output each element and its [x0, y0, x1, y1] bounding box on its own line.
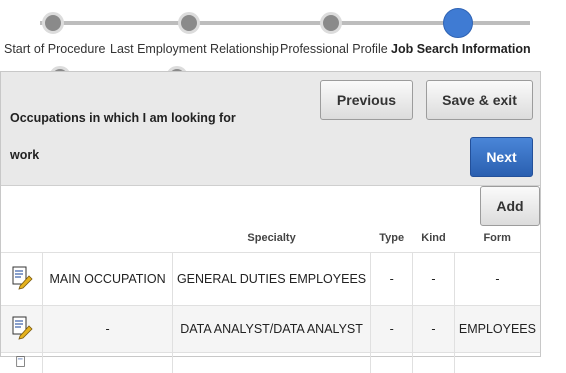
header-kind: Kind [413, 224, 455, 253]
header-type: Type [371, 224, 413, 253]
occupation-type-cell: MAIN OCCUPATION [43, 253, 172, 306]
type-cell: - [371, 306, 413, 353]
step-label-professional-profile[interactable]: Professional Profile [280, 42, 388, 56]
step-label-last-employment[interactable]: Last Employment Relationship [110, 42, 279, 56]
edit-document-icon[interactable] [10, 316, 34, 340]
progress-stepper: Start of Procedure Last Employment Relat… [0, 0, 566, 70]
table-row: MAIN OCCUPATION GENERAL DUTIES EMPLOYEES… [1, 253, 540, 306]
section-title: Occupations in which I am looking for wo… [10, 100, 250, 174]
kind-cell: - [413, 306, 455, 353]
edit-document-icon[interactable] [10, 266, 34, 290]
previous-button[interactable]: Previous [320, 80, 413, 120]
type-cell: - [371, 253, 413, 306]
header-icon-col [1, 224, 43, 253]
header-specialty: Specialty [172, 224, 371, 253]
header-form: Form [454, 224, 540, 253]
add-button[interactable]: Add [480, 186, 540, 226]
edit-cell[interactable] [1, 353, 43, 373]
specialty-cell: GENERAL DUTIES EMPLOYEES [172, 253, 371, 306]
edit-document-icon[interactable] [10, 356, 34, 370]
panel-header: Occupations in which I am looking for wo… [1, 72, 540, 186]
table-row: - DATA ANALYST/DATA ANALYST - - EMPLOYEE… [1, 306, 540, 353]
form-cell: EMPLOYEES [454, 306, 540, 353]
table-header-row: Specialty Type Kind Form [1, 224, 540, 253]
occupations-table: Specialty Type Kind Form MAIN OCCUPATIO [1, 224, 540, 373]
kind-cell: - [413, 253, 455, 306]
edit-cell[interactable] [1, 253, 43, 306]
step-label-start[interactable]: Start of Procedure [4, 42, 105, 56]
step-dot-4-active[interactable] [443, 8, 473, 38]
step-dot-3[interactable] [320, 12, 342, 34]
occupations-panel: Occupations in which I am looking for wo… [0, 71, 541, 357]
table-row-partial [1, 353, 540, 373]
save-exit-button[interactable]: Save & exit [426, 80, 533, 120]
next-button[interactable]: Next [470, 137, 533, 177]
step-dot-2[interactable] [178, 12, 200, 34]
edit-cell[interactable] [1, 306, 43, 353]
occupation-type-cell: - [43, 306, 172, 353]
header-col1 [43, 224, 172, 253]
form-cell: - [454, 253, 540, 306]
specialty-cell: DATA ANALYST/DATA ANALYST [172, 306, 371, 353]
step-label-job-search[interactable]: Job Search Information [391, 42, 531, 56]
step-dot-1[interactable] [42, 12, 64, 34]
